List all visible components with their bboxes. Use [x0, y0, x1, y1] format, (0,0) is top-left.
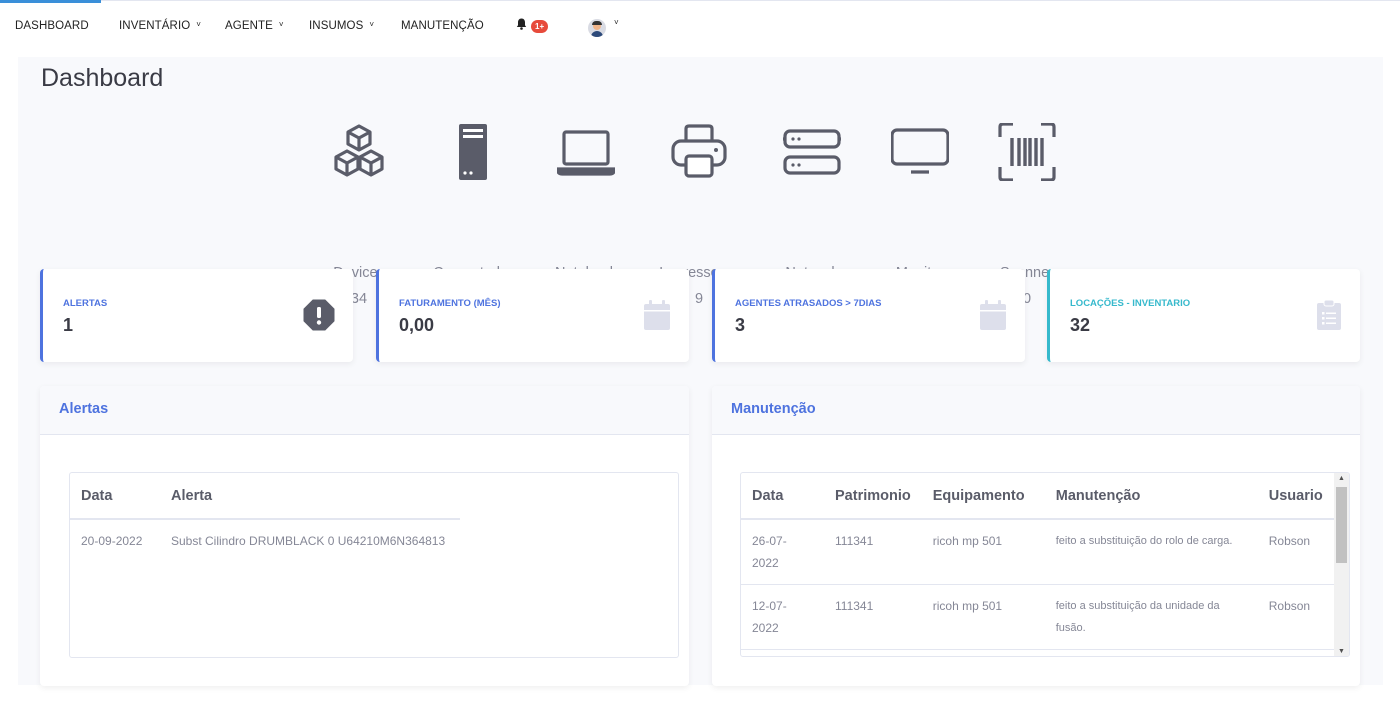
maintenance-panel: Manutenção Data Patrimonio Equipamento M… [712, 386, 1360, 686]
table-cell: 26-07-2022 [741, 519, 824, 585]
category-network[interactable]: Network 0 [757, 123, 867, 307]
main-content: Dashboard Devices 34 Computador 19 Noteb… [18, 57, 1383, 686]
active-tab-indicator [0, 0, 101, 3]
card-faturamento[interactable]: FATURAMENTO (MÊS) 0,00 [376, 269, 689, 362]
category-monitor[interactable]: Monitor 0 [865, 123, 975, 307]
table-cell: Subst Cilindro DRUMBLACK 0 U64210M6N3648… [171, 534, 446, 548]
maintenance-table-container: Data Patrimonio Equipamento Manutenção U… [740, 472, 1350, 657]
category-impressoras[interactable]: Impressoras 9 [644, 123, 754, 307]
column-header[interactable]: Usuario [1257, 473, 1336, 520]
column-header[interactable]: Alerta [160, 473, 460, 520]
printer-icon [671, 124, 727, 178]
table-cell: feito a substituição do rolo de carga. [1044, 519, 1258, 585]
top-navbar: DASHBOARD INVENTÁRIO ˅ AGENTE ˅ INSUMOS ˅ M… [0, 0, 1400, 50]
nav-agente[interactable]: AGENTE ˅ [225, 20, 284, 32]
table-cell: ricoh mp 501 [921, 519, 1045, 585]
table-row[interactable]: 12-07-2022 111341 ricoh mp 501 feito a s… [741, 584, 1336, 650]
column-header[interactable]: Data [741, 473, 824, 520]
server-tower-icon [459, 124, 487, 180]
table-header-row: Data Alerta [70, 473, 460, 520]
card-value: 32 [1070, 315, 1091, 335]
card-title: FATURAMENTO (MÊS) [399, 298, 501, 309]
bell-icon[interactable] [516, 18, 527, 33]
nav-inventario[interactable]: INVENTÁRIO ˅ [119, 20, 201, 32]
card-value: 3 [735, 315, 746, 335]
network-server-icon [783, 129, 841, 175]
alerts-panel: Alertas Data Alerta 20-09-2022 Subst Cil… [40, 386, 689, 686]
calendar-icon [979, 299, 1007, 336]
table-cell: Robson [1257, 519, 1336, 585]
card-title: AGENTES ATRASADOS > 7DIAS [735, 298, 882, 309]
nav-manutencao-label: MANUTENÇÃO [401, 20, 484, 32]
card-alertas[interactable]: ALERTAS 1 [40, 269, 353, 362]
nav-agente-label: AGENTE [225, 20, 273, 32]
card-value: 0,00 [399, 315, 435, 335]
table-cell: Robson [1257, 584, 1336, 650]
table-cell: 111341 [824, 519, 922, 585]
card-value: 1 [63, 315, 74, 335]
column-header[interactable]: Patrimonio [824, 473, 922, 520]
nav-insumos-label: INSUMOS [309, 20, 364, 32]
barcode-scanner-icon [998, 123, 1056, 181]
table-scrollbar[interactable]: ▲ ▼ [1334, 473, 1349, 656]
column-header[interactable]: Manutenção [1044, 473, 1258, 520]
chevron-down-icon[interactable]: ˅ [614, 18, 619, 27]
card-locacoes-inventario[interactable]: LOCAÇÕES - INVENTARIO 32 [1047, 269, 1360, 362]
category-computador[interactable]: Computador 19 [418, 123, 528, 307]
card-agentes-atrasados[interactable]: AGENTES ATRASADOS > 7DIAS 3 [712, 269, 1025, 362]
laptop-icon [557, 130, 615, 176]
nav-dashboard[interactable]: DASHBOARD [15, 20, 89, 32]
alerts-panel-title: Alertas [40, 386, 689, 435]
monitor-icon [891, 128, 949, 174]
card-title: LOCAÇÕES - INVENTARIO [1070, 298, 1191, 309]
maintenance-panel-title: Manutenção [712, 386, 1360, 435]
chevron-down-icon: ˅ [278, 20, 284, 29]
calendar-icon [643, 299, 671, 336]
table-row[interactable]: 26-07-2022 111341 ricoh mp 501 feito a s… [741, 519, 1336, 585]
table-cell: 12-07-2022 [741, 584, 824, 650]
nav-dashboard-label: DASHBOARD [15, 20, 89, 32]
column-header[interactable]: Equipamento [921, 473, 1045, 520]
column-header[interactable]: Data [70, 473, 160, 520]
table-cell: 20-09-2022 [81, 534, 143, 548]
table-row[interactable]: 20-09-2022 Subst Cilindro DRUMBLACK 0 U6… [70, 519, 460, 562]
table-cell: feito a substituição da unidade da fusão… [1044, 584, 1258, 650]
table-cell: 111341 [824, 584, 922, 650]
cubes-icon [334, 124, 384, 177]
nav-manutencao[interactable]: MANUTENÇÃO [401, 20, 484, 32]
alerts-table: Data Alerta 20-09-2022 Subst Cilindro DR… [70, 473, 460, 562]
clipboard-list-icon [1316, 299, 1342, 336]
page-title: Dashboard [41, 64, 164, 92]
table-header-row: Data Patrimonio Equipamento Manutenção U… [741, 473, 1336, 520]
nav-inventario-label: INVENTÁRIO [119, 20, 191, 32]
category-scanner[interactable]: Scanner 0 [972, 123, 1082, 307]
chevron-down-icon: ˅ [369, 20, 375, 29]
exclamation-octagon-icon [303, 299, 335, 336]
alerts-table-container: Data Alerta 20-09-2022 Subst Cilindro DR… [69, 472, 679, 658]
maintenance-table: Data Patrimonio Equipamento Manutenção U… [741, 473, 1336, 650]
category-devices[interactable]: Devices 34 [304, 123, 414, 307]
scrollbar-thumb[interactable] [1336, 487, 1347, 563]
scroll-up-arrow-icon[interactable]: ▲ [1334, 473, 1349, 485]
scroll-down-arrow-icon[interactable]: ▼ [1334, 646, 1349, 656]
notification-badge: 1+ [531, 20, 549, 33]
card-title: ALERTAS [63, 298, 108, 309]
nav-insumos[interactable]: INSUMOS ˅ [309, 20, 374, 32]
category-notebook[interactable]: Notebook 6 [531, 123, 641, 307]
table-cell: ricoh mp 501 [921, 584, 1045, 650]
user-avatar[interactable] [588, 19, 606, 37]
chevron-down-icon: ˅ [196, 20, 202, 29]
